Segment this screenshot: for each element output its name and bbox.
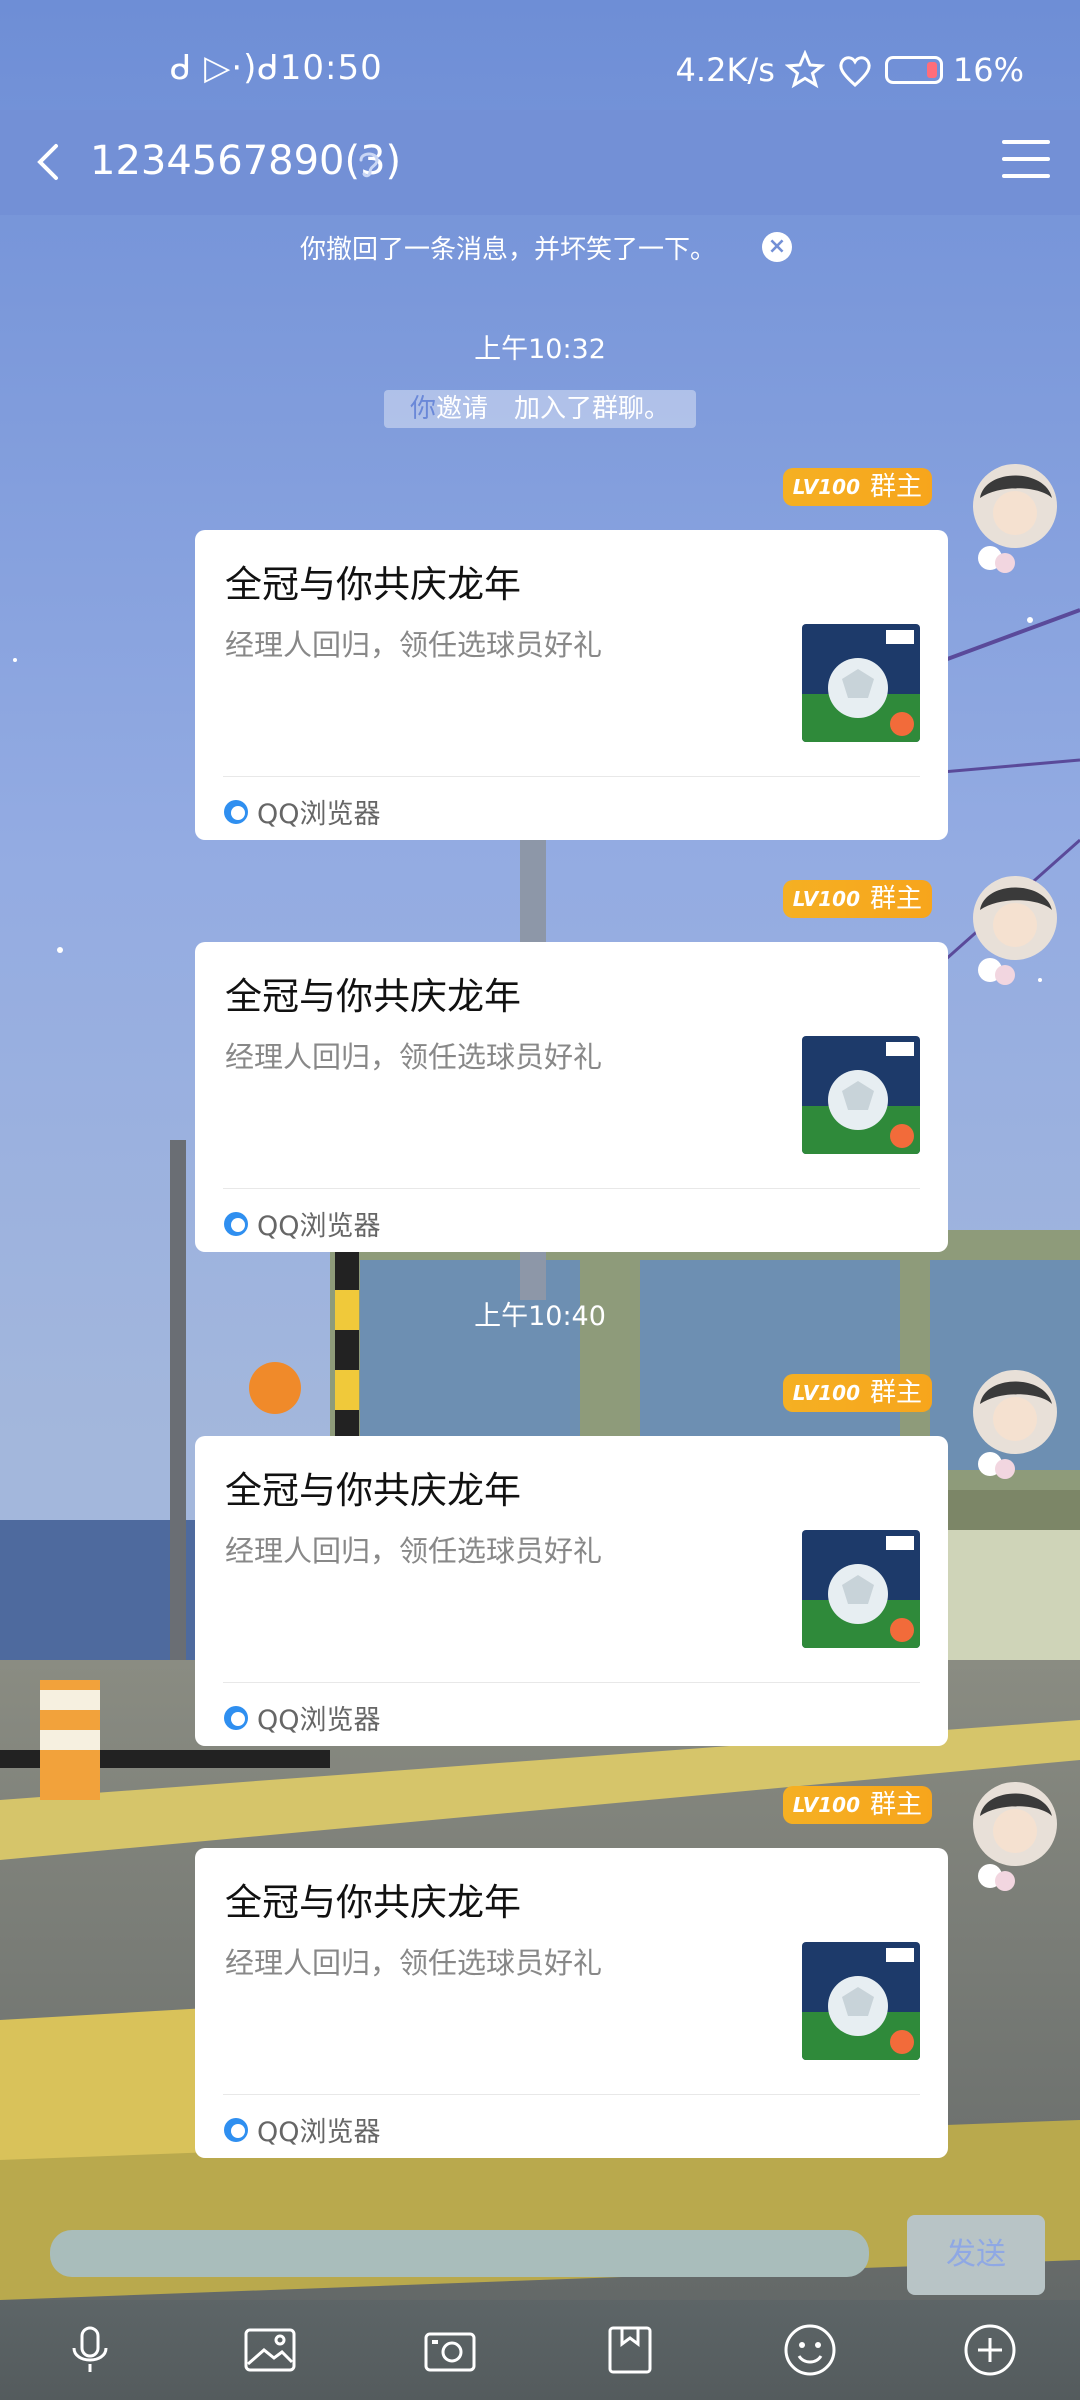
timestamp: 上午10:40 <box>474 1301 606 1332</box>
heart-icon <box>839 56 871 87</box>
network-speed: 4.2K/s <box>675 51 775 89</box>
card-source: QQ浏览器 <box>223 1698 381 1737</box>
qq-browser-icon <box>224 799 248 824</box>
close-icon[interactable]: × <box>762 232 792 262</box>
star-icon <box>784 50 825 89</box>
input-toolbar <box>0 2300 1080 2400</box>
chat-header: 1234567890(3) <box>0 110 1080 215</box>
battery-level: 16% <box>952 51 1024 89</box>
card-description: 经理人回归，领任选球员好礼 <box>225 1040 603 1074</box>
badge-role: 群主 <box>869 472 922 502</box>
card-divider <box>223 776 920 777</box>
qq-browser-icon <box>224 1211 248 1236</box>
card-divider <box>223 2094 920 2095</box>
level-badge: LV100 群主 <box>782 1374 932 1412</box>
level-badge: LV100 群主 <box>782 1786 932 1824</box>
message-input[interactable] <box>50 2230 869 2277</box>
card-title: 全冠与你共庆龙年 <box>225 975 521 1018</box>
card-title: 全冠与你共庆龙年 <box>225 1469 521 1512</box>
card-source-label: QQ浏览器 <box>257 799 381 830</box>
timestamp: 上午10:32 <box>474 334 606 365</box>
file-icon[interactable] <box>600 2320 660 2380</box>
qq-browser-icon <box>224 1705 248 1730</box>
ear-icon[interactable] <box>355 146 383 180</box>
camera-icon[interactable] <box>420 2320 480 2380</box>
card-divider <box>223 1682 920 1683</box>
plus-icon[interactable] <box>960 2320 1020 2380</box>
chevron-left-icon[interactable] <box>20 132 80 192</box>
badge-level: LV100 <box>792 1793 860 1817</box>
badge-role: 群主 <box>869 1790 922 1820</box>
card-source: QQ浏览器 <box>223 2110 381 2149</box>
qq-browser-icon <box>224 2117 248 2142</box>
emoji-icon[interactable] <box>780 2320 840 2380</box>
status-right-group: 4.2K/s 16% <box>676 50 1024 90</box>
avatar[interactable] <box>960 870 1060 990</box>
avatar[interactable] <box>960 458 1060 578</box>
card-title: 全冠与你共庆龙年 <box>225 1881 521 1924</box>
image-icon[interactable] <box>240 2320 300 2380</box>
soccer-ball-thumbnail <box>802 1530 920 1648</box>
level-badge: LV100 群主 <box>782 880 932 918</box>
revoke-text: 你撤回了一条消息，并坏笑了一下。 <box>300 235 717 265</box>
share-card[interactable]: 全冠与你共庆龙年 经理人回归，领任选球员好礼 QQ浏览器 <box>195 1436 948 1746</box>
card-description: 经理人回归，领任选球员好礼 <box>225 1534 603 1568</box>
avatar[interactable] <box>960 1776 1060 1896</box>
badge-role: 群主 <box>869 1378 922 1408</box>
card-title: 全冠与你共庆龙年 <box>225 563 521 606</box>
system-message-text: 邀请 加入了群聊。 <box>436 394 671 424</box>
system-message: 你邀请 加入了群聊。 <box>384 390 696 428</box>
card-source: QQ浏览器 <box>223 792 381 831</box>
soccer-ball-thumbnail <box>802 1942 920 2060</box>
message-input-area: 发送 <box>0 2205 1080 2305</box>
avatar[interactable] <box>960 1364 1060 1484</box>
share-card[interactable]: 全冠与你共庆龙年 经理人回归，领任选球员好礼 QQ浏览器 <box>195 530 948 840</box>
revoke-banner: 你撤回了一条消息，并坏笑了一下。 × <box>0 215 1080 277</box>
share-card[interactable]: 全冠与你共庆龙年 经理人回归，领任选球员好礼 QQ浏览器 <box>195 1848 948 2158</box>
level-badge: LV100 群主 <box>782 468 932 506</box>
badge-role: 群主 <box>869 884 922 914</box>
share-card[interactable]: 全冠与你共庆龙年 经理人回归，领任选球员好礼 QQ浏览器 <box>195 942 948 1252</box>
status-time: ᑯ ▷·)ᑯ10:50 <box>170 48 383 88</box>
soccer-ball-thumbnail <box>802 1036 920 1154</box>
card-source-label: QQ浏览器 <box>257 2117 381 2148</box>
badge-level: LV100 <box>792 1381 860 1405</box>
hamburger-menu-icon[interactable] <box>1002 140 1050 184</box>
microphone-icon[interactable] <box>60 2320 120 2380</box>
send-button[interactable]: 发送 <box>907 2215 1045 2295</box>
badge-level: LV100 <box>792 887 860 911</box>
card-source: QQ浏览器 <box>223 1204 381 1243</box>
battery-icon <box>884 56 943 84</box>
card-description: 经理人回归，领任选球员好礼 <box>225 628 603 662</box>
card-description: 经理人回归，领任选球员好礼 <box>225 1946 603 1980</box>
badge-level: LV100 <box>792 475 860 499</box>
card-source-label: QQ浏览器 <box>257 1705 381 1736</box>
card-source-label: QQ浏览器 <box>257 1211 381 1242</box>
card-divider <box>223 1188 920 1189</box>
system-message-you[interactable]: 你 <box>410 394 436 424</box>
soccer-ball-thumbnail <box>802 624 920 742</box>
